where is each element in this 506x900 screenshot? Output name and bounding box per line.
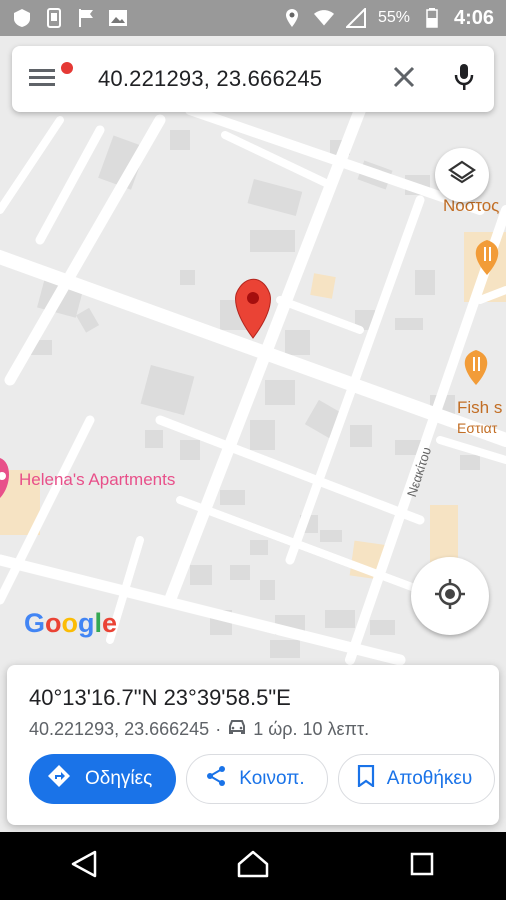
wifi-icon [313, 8, 334, 28]
bookmark-icon [357, 764, 375, 793]
battery-percent: 55% [377, 9, 410, 26]
phone-screen-icon [44, 8, 64, 28]
poi-label-helenas-apartments: Helena's Apartments [19, 470, 176, 489]
voice-search-button[interactable] [434, 46, 494, 112]
share-button[interactable]: Κοινοπ. [186, 754, 328, 804]
shield-icon [12, 8, 32, 28]
car-icon [227, 719, 247, 740]
place-info-card[interactable]: 40°13'16.7"N 23°39'58.5"E 40.221293, 23.… [7, 665, 499, 825]
directions-icon [47, 764, 71, 794]
location-icon [282, 8, 302, 28]
clock: 4:06 [453, 6, 494, 29]
my-location-button[interactable] [411, 557, 489, 635]
coordinates-title: 40°13'16.7"N 23°39'58.5"E [29, 685, 291, 710]
google-logo: Google [24, 608, 118, 638]
mic-icon [454, 63, 474, 96]
close-icon [393, 66, 415, 93]
home-icon [237, 850, 269, 883]
poi-label-fish: Fish s [457, 398, 503, 417]
card-actions: Οδηγίες Κοινοπ. Αποθήκευ [29, 754, 499, 804]
coordinates-subtitle: 40.221293, 23.666245 · 1 ώρ. 10 λεπτ. [29, 719, 499, 740]
decimal-coordinates: 40.221293, 23.666245 [29, 719, 210, 739]
back-button[interactable] [54, 836, 114, 896]
share-label: Κοινοπ. [239, 768, 305, 789]
search-bar[interactable]: 40.221293, 23.666245 [12, 46, 494, 112]
save-button[interactable]: Αποθήκευ [337, 754, 496, 804]
flag-icon [76, 8, 96, 28]
save-label: Αποθήκευ [386, 768, 473, 789]
menu-icon [29, 67, 55, 92]
status-bar: 55% 4:06 [0, 0, 506, 36]
back-triangle-icon [71, 850, 97, 883]
travel-time: 1 ώρ. 10 λεπτ. [253, 719, 370, 739]
battery-icon [422, 8, 442, 28]
directions-button[interactable]: Οδηγίες [29, 754, 177, 804]
layers-button[interactable] [435, 148, 489, 202]
home-button[interactable] [223, 836, 283, 896]
menu-button[interactable] [12, 46, 75, 112]
layers-icon [448, 159, 476, 192]
separator-dot: · [215, 719, 222, 739]
recents-square-icon [410, 852, 434, 881]
crosshair-icon [433, 577, 467, 616]
notification-dot [59, 60, 75, 76]
signal-off-icon [345, 8, 366, 28]
poi-label-restaurant-type: Εστιατ [457, 420, 498, 436]
directions-label: Οδηγίες [85, 768, 153, 789]
share-icon [205, 765, 227, 793]
recents-button[interactable] [392, 836, 452, 896]
search-input[interactable]: 40.221293, 23.666245 [72, 66, 374, 92]
clear-search-button[interactable] [374, 46, 434, 112]
navigation-bar [0, 832, 506, 900]
gallery-icon [108, 8, 128, 28]
